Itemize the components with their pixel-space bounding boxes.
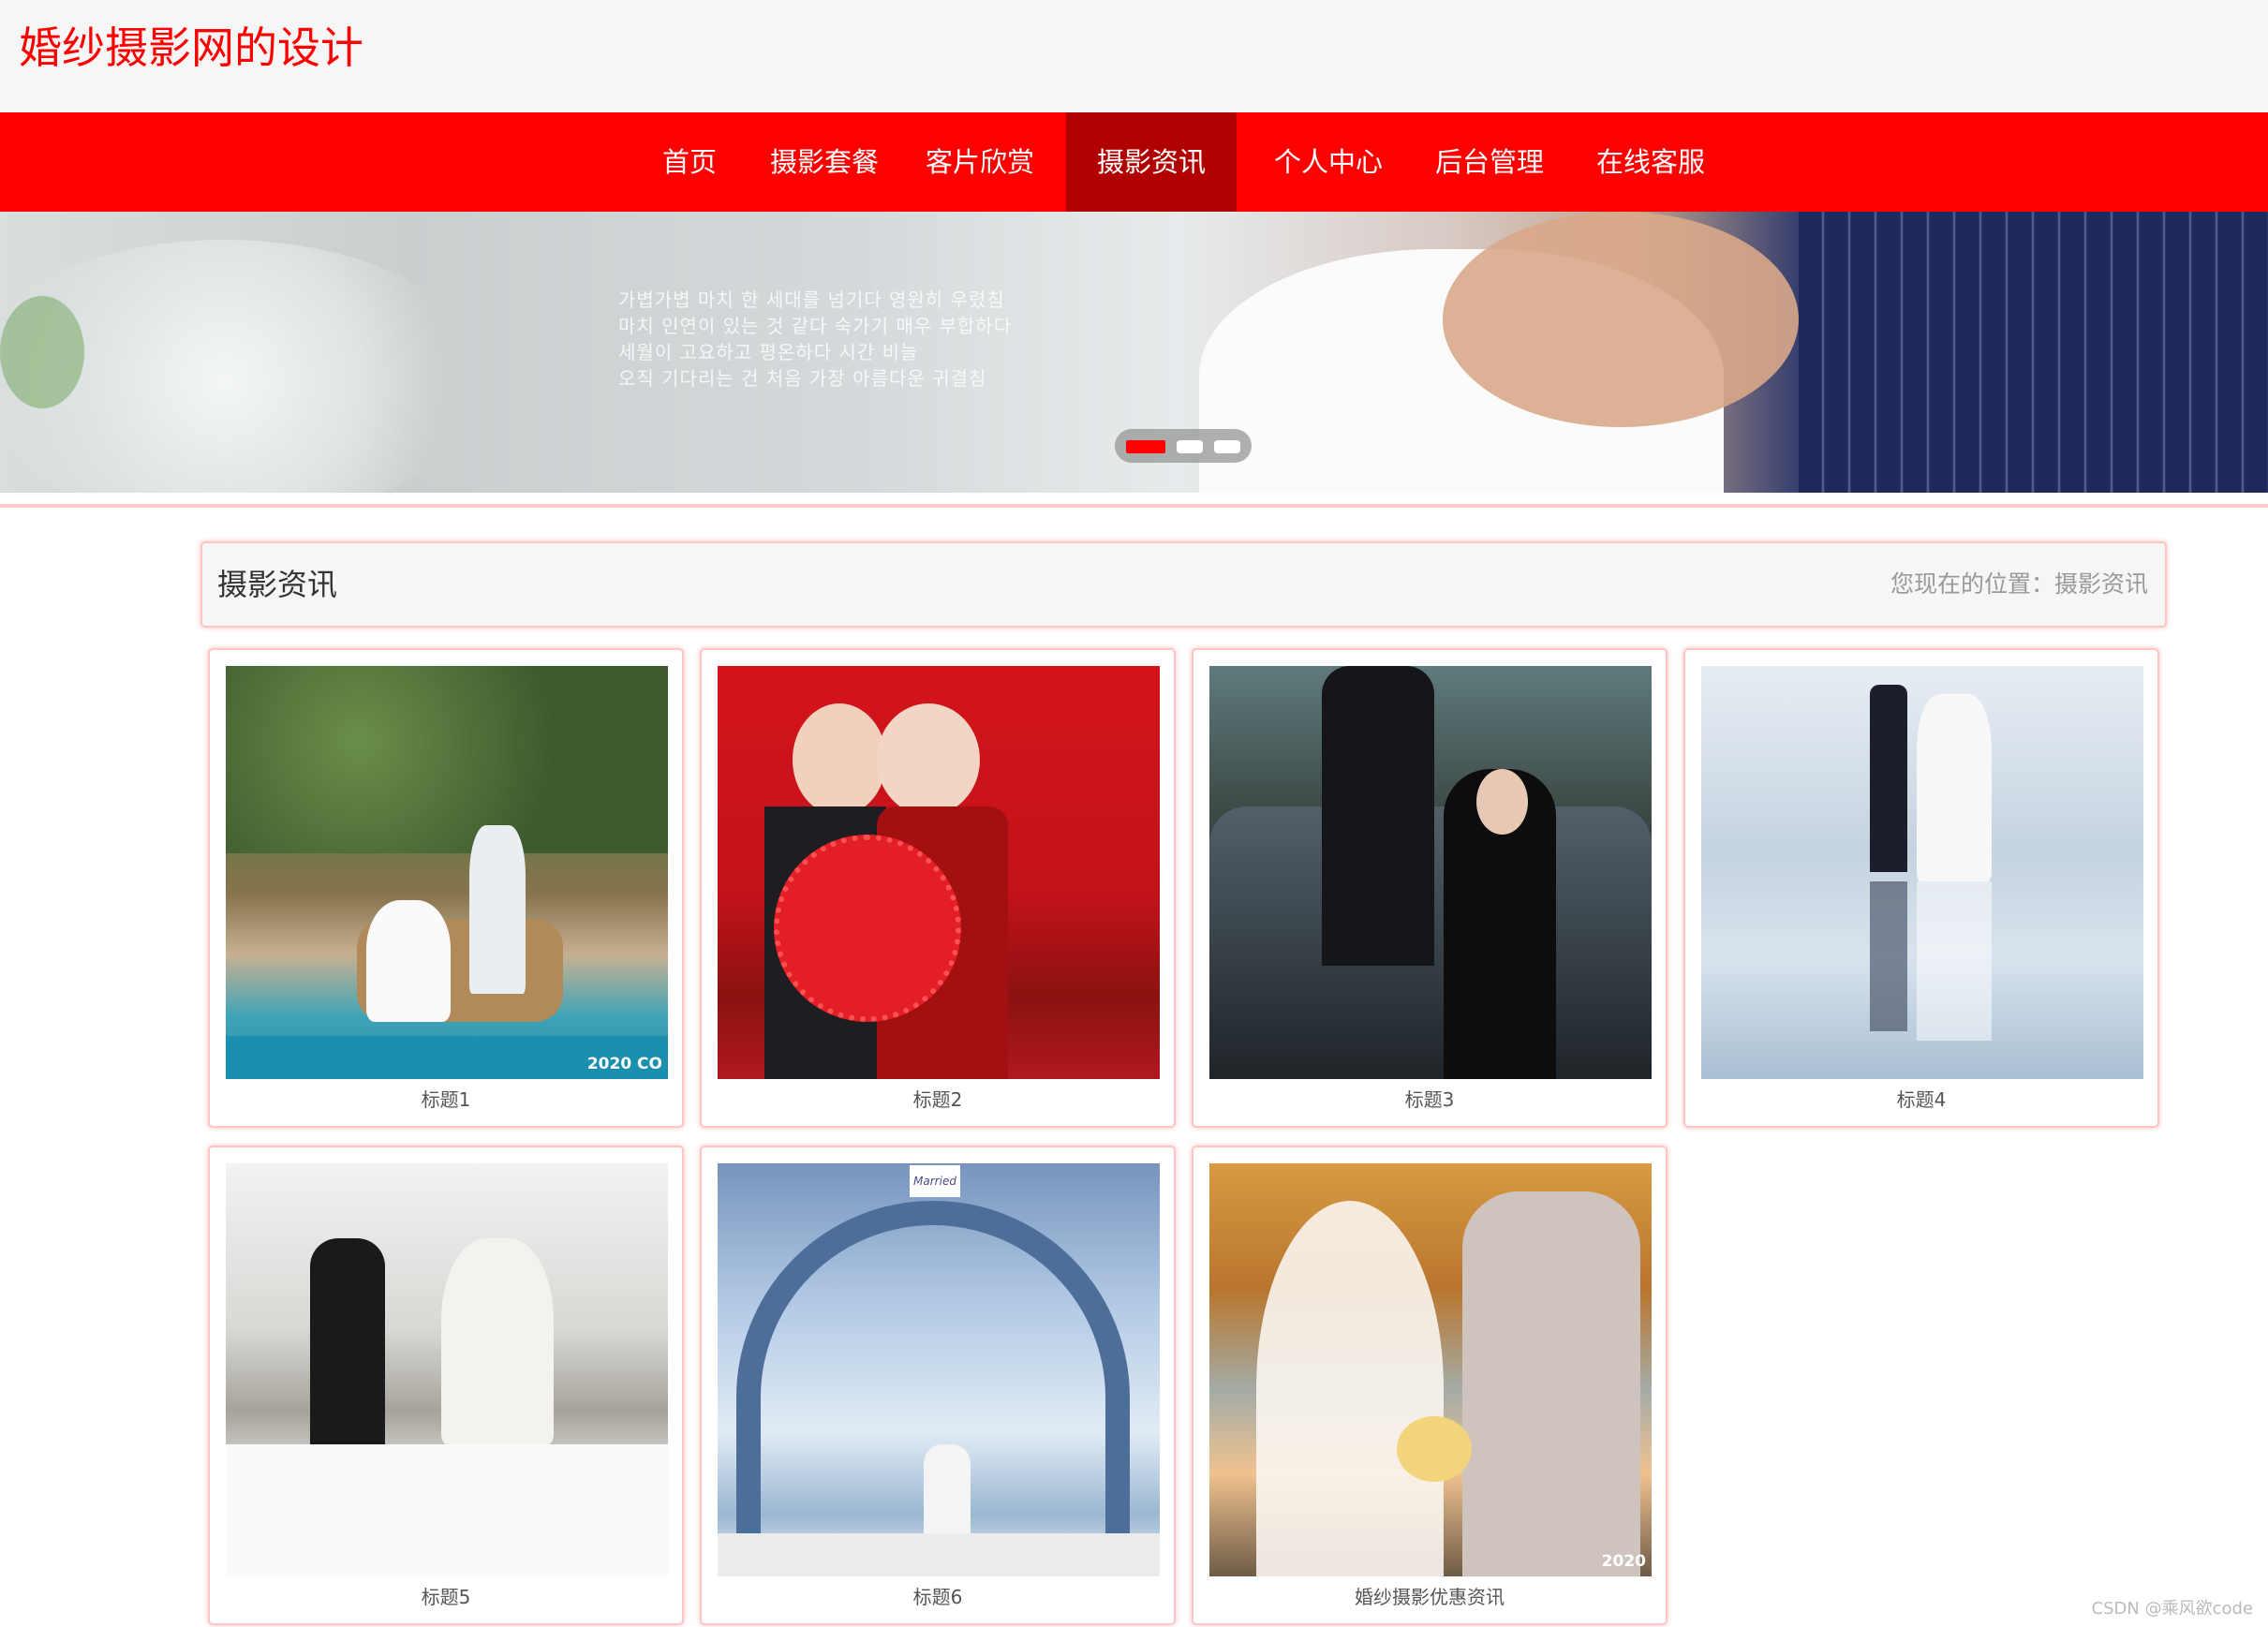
news-card[interactable]: Married 标题6 [700, 1146, 1176, 1625]
bride-veil-shape [1256, 1201, 1444, 1576]
carousel-dot-1[interactable] [1126, 440, 1165, 453]
banner-text: 가볍가볍 마치 한 세대를 넘기다 영원히 우렸침 마치 인연이 있는 것 같다… [618, 287, 1012, 392]
card-title[interactable]: 标题5 [210, 1578, 682, 1616]
bouquet-shape [1397, 1416, 1472, 1482]
site-header: 婚纱摄影网的设计 [0, 0, 2268, 112]
groom-face-shape [793, 703, 886, 816]
news-photo[interactable]: 2020 [1209, 1163, 1652, 1576]
card-title[interactable]: 婚纱摄影优惠资讯 [1193, 1578, 1666, 1616]
news-photo[interactable] [1701, 666, 2143, 1079]
card-title[interactable]: 标题4 [1685, 1081, 2157, 1118]
bride-face-shape [1476, 769, 1528, 835]
banner-text-line: 가볍가볍 마치 한 세대를 넘기다 영원히 우렸침 [618, 288, 1005, 311]
site-title[interactable]: 婚纱摄影网的设计 [19, 15, 363, 81]
news-photo[interactable] [226, 1163, 668, 1576]
bride-shape [1917, 694, 1992, 881]
arm-shape [1443, 212, 1799, 427]
news-card[interactable]: 标题5 [208, 1146, 684, 1625]
groom-shape [1870, 685, 1907, 872]
nav-item-gallery[interactable]: 客片欣赏 [914, 112, 1045, 212]
double-happiness-shape [774, 835, 961, 1022]
groom-shape [469, 825, 526, 994]
suit-shape [1799, 212, 2268, 493]
card-title[interactable]: 标题6 [702, 1578, 1174, 1616]
deck-shape [718, 1533, 1160, 1576]
banner-text-line: 오직 기다리는 건 처음 가장 아름다운 귀결침 [618, 367, 987, 390]
groom-shape [1322, 666, 1434, 966]
news-card[interactable]: 2020 婚纱摄影优惠资讯 [1192, 1146, 1668, 1625]
news-card[interactable]: 标题2 [700, 648, 1176, 1128]
card-title[interactable]: 标题1 [210, 1081, 682, 1118]
reflection-shape [1917, 881, 1992, 1041]
news-card[interactable]: 标题4 [1683, 648, 2159, 1128]
bride-shape [366, 900, 451, 1022]
table-shape [226, 1444, 668, 1576]
leaf-shape [0, 296, 84, 408]
reflection-shape [1870, 881, 1907, 1031]
groom-shape [310, 1238, 385, 1444]
news-photo[interactable]: 2020 CO [226, 666, 668, 1079]
main-nav: 首页 摄影套餐 客片欣赏 摄影资讯 个人中心 后台管理 在线客服 [0, 112, 2268, 212]
news-photo[interactable]: Married [718, 1163, 1160, 1576]
section-title: 摄影资讯 [217, 567, 338, 602]
news-photo[interactable] [1209, 666, 1652, 1079]
photo-watermark: 2020 CO [586, 1055, 662, 1073]
carousel-indicators [1115, 429, 1252, 463]
section-header: 摄影资讯 您现在的位置：摄影资讯 [200, 541, 2167, 628]
nav-item-support[interactable]: 在线客服 [1585, 112, 1716, 212]
news-card[interactable]: 标题3 [1192, 648, 1668, 1128]
breadcrumb: 您现在的位置：摄影资讯 [1890, 570, 2148, 598]
carousel-dot-3[interactable] [1214, 440, 1240, 453]
banner-text-line: 마치 인연이 있는 것 같다 숙가기 매우 부합하다 [618, 315, 1013, 337]
nav-item-news[interactable]: 摄影资讯 [1066, 112, 1237, 212]
card-title[interactable]: 标题3 [1193, 1081, 1666, 1118]
bride-shape [441, 1238, 554, 1444]
nav-item-packages[interactable]: 摄影套餐 [759, 112, 890, 212]
banner-text-line: 세월이 고요하고 평온하다 시간 비늘 [618, 341, 919, 363]
banner-divider [0, 504, 2268, 508]
nav-item-home[interactable]: 首页 [643, 112, 736, 212]
foliage-shape [226, 666, 668, 853]
news-photo[interactable] [718, 666, 1160, 1079]
carousel-dot-2[interactable] [1177, 440, 1203, 453]
nav-item-profile[interactable]: 个人中心 [1263, 112, 1394, 212]
photo-watermark: 2020 [1601, 1552, 1646, 1571]
csdn-watermark: CSDN @乘风欲code [2091, 1599, 2253, 1619]
groom-shape [1462, 1191, 1640, 1576]
bride-face-shape [877, 703, 980, 816]
nav-item-admin[interactable]: 后台管理 [1424, 112, 1555, 212]
news-card[interactable]: 2020 CO 标题1 [208, 648, 684, 1128]
card-title[interactable]: 标题2 [702, 1081, 1174, 1118]
married-sign: Married [910, 1165, 960, 1197]
